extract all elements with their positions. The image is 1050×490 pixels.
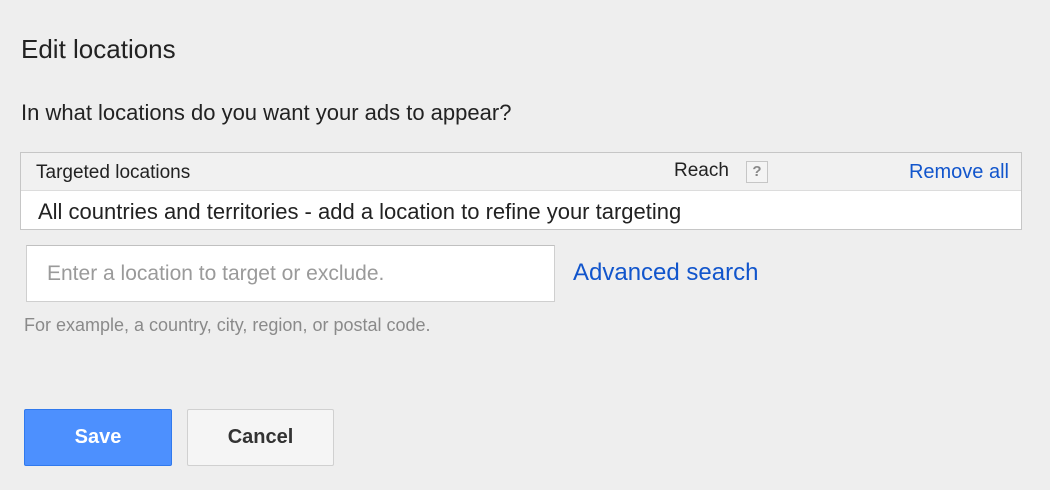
table-row: All countries and territories - add a lo… xyxy=(38,199,682,224)
save-button[interactable]: Save xyxy=(24,409,172,466)
remove-all-link[interactable]: Remove all xyxy=(909,161,1009,184)
cancel-button[interactable]: Cancel xyxy=(187,409,334,466)
location-question: In what locations do you want your ads t… xyxy=(21,100,512,125)
location-hint: For example, a country, city, region, or… xyxy=(24,315,431,335)
table-header: Targeted locations Reach ? Remove all xyxy=(21,153,1021,191)
targeted-locations-table: Targeted locations Reach ? Remove all Al… xyxy=(20,152,1022,230)
dialog-title: Edit locations xyxy=(21,34,176,64)
help-icon[interactable]: ? xyxy=(746,161,768,183)
reach-header: Reach xyxy=(674,160,729,181)
targeted-locations-header: Targeted locations xyxy=(36,162,191,183)
advanced-search-link[interactable]: Advanced search xyxy=(573,259,758,287)
location-search-input[interactable] xyxy=(26,245,555,302)
